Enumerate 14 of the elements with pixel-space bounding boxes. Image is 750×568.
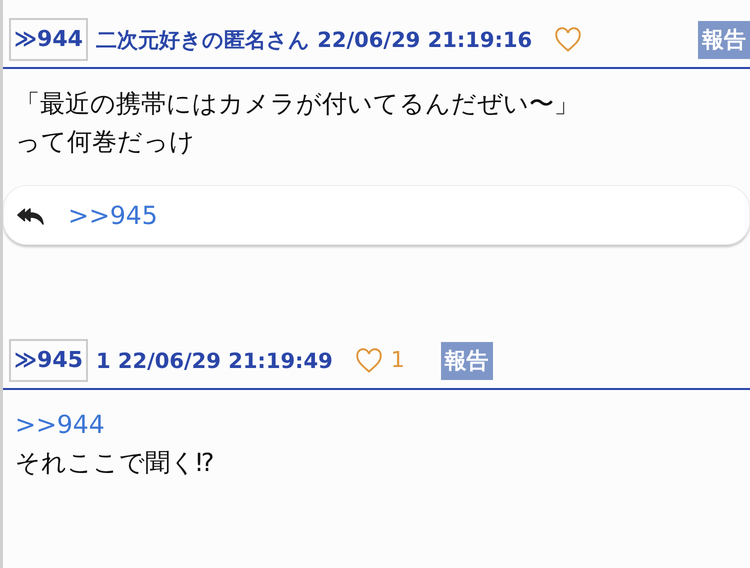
post-text: って何巻だっけ (15, 126, 196, 158)
post-meta: 1 22/06/29 21:19:49 (96, 348, 333, 372)
post-text: 「最近の携帯にはカメラが付いてるんだぜい〜」 (15, 88, 580, 120)
report-button[interactable]: 報告 (440, 342, 493, 380)
post-text: それここで聞く⁉ (15, 447, 216, 479)
like-count: 1 (390, 348, 405, 373)
post-number-link[interactable]: ≫945 (9, 339, 88, 382)
reply-link[interactable]: >>945 (68, 200, 158, 230)
post-number-link[interactable]: ≫944 (9, 18, 88, 61)
report-button[interactable]: 報告 (698, 20, 750, 58)
heart-icon[interactable] (354, 348, 383, 374)
post-meta: 二次元好きの匿名さん 22/06/29 21:19:16 (96, 26, 532, 54)
reply-anchor-link[interactable]: >>944 (15, 406, 738, 444)
heart-icon[interactable] (554, 26, 582, 52)
